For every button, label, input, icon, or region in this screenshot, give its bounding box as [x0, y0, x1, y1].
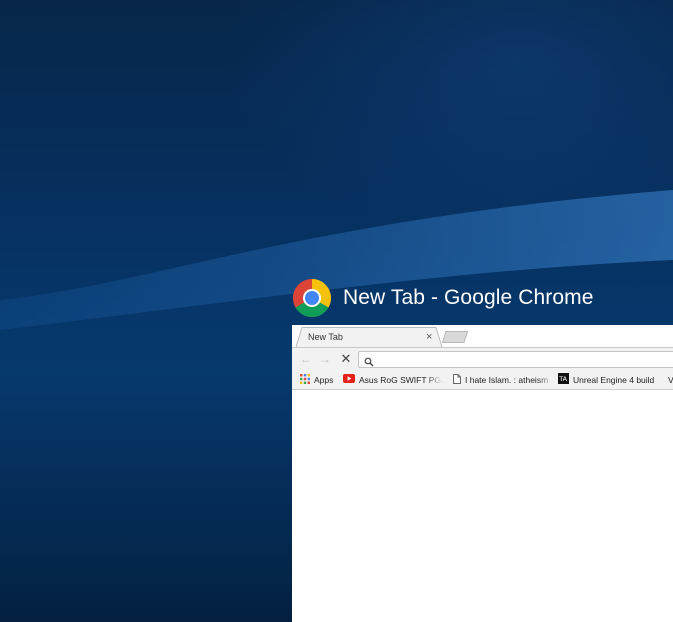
toolbar: ← → ✕ — [292, 347, 673, 370]
bookmark-label: Unreal Engine 4 build — [573, 374, 655, 385]
page-icon — [453, 373, 461, 386]
bookmark-label: Apps — [314, 374, 334, 385]
bookmarks-bar: Apps Asus RoG SWIFT PG27 I hate Islam. :… — [292, 370, 673, 390]
new-tab-button[interactable] — [441, 330, 469, 343]
bookmark-label: I hate Islam. : atheism — [465, 374, 549, 385]
youtube-icon — [343, 374, 355, 385]
bookmark-unreal-engine[interactable]: TA Unreal Engine 4 build — [558, 373, 654, 386]
forward-arrow-icon[interactable]: → — [317, 352, 333, 366]
svg-text:TA: TA — [558, 375, 567, 383]
omnibox[interactable] — [358, 351, 673, 368]
bookmark-apps[interactable]: Apps — [300, 373, 333, 386]
tab-strip: New Tab × — [292, 325, 673, 347]
chrome-logo-icon — [292, 278, 332, 318]
bookmark-truncated[interactable]: V — [668, 373, 673, 386]
ta-icon: TA — [558, 373, 569, 386]
bookmark-label: Asus RoG SWIFT PG27 — [359, 374, 443, 385]
bookmark-label: V — [668, 374, 673, 385]
apps-grid-icon — [300, 373, 310, 386]
tab-close-icon[interactable]: × — [426, 330, 432, 344]
tab-title: New Tab — [308, 332, 343, 342]
address-input[interactable] — [379, 352, 669, 367]
window-preview[interactable]: New Tab × ← → ✕ Apps Asus RoG SWIFT PG27… — [292, 325, 673, 622]
window-title: New Tab - Google Chrome — [343, 286, 594, 309]
bookmark-reddit-atheism[interactable]: I hate Islam. : atheism — [453, 373, 555, 386]
bookmark-asus-rog[interactable]: Asus RoG SWIFT PG27 — [343, 373, 443, 386]
page-content — [292, 390, 673, 622]
stop-loading-icon[interactable]: ✕ — [338, 352, 354, 366]
back-arrow-icon[interactable]: ← — [298, 352, 314, 366]
thumbnail-header[interactable]: New Tab - Google Chrome — [292, 277, 594, 319]
tab-new-tab[interactable]: New Tab × — [296, 327, 444, 347]
